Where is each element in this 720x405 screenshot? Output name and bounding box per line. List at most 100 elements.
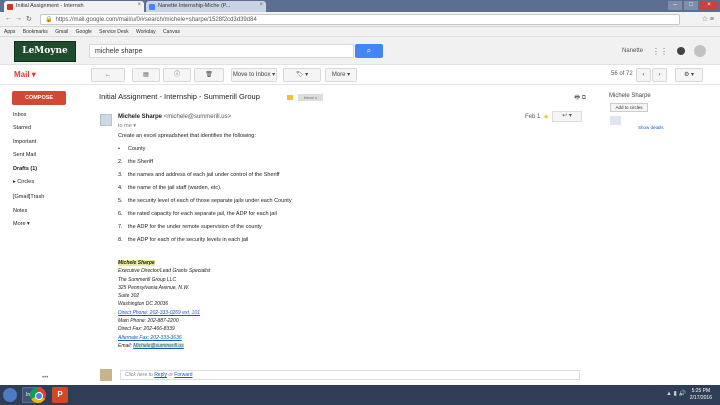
- tab-title: Initial Assignment - Internsh: [16, 3, 84, 9]
- lemoyne-logo[interactable]: LeMoyne: [14, 41, 76, 62]
- clock-date: 2/17/2016: [689, 395, 712, 401]
- avatar[interactable]: [694, 45, 706, 57]
- bookmarks-bar: Apps Bookmarks Gmail Google Service Desk…: [0, 27, 720, 37]
- list-item: 5. the security level of each of those se…: [118, 198, 292, 204]
- notifications-icon[interactable]: [677, 47, 685, 55]
- reply-link[interactable]: Reply: [154, 372, 167, 378]
- reply-input[interactable]: Click here to Reply or Forward: [120, 370, 580, 380]
- url-input[interactable]: 🔒 https://mail.google.com/mail/u/0/#searc…: [40, 14, 680, 25]
- older-button[interactable]: ›: [652, 68, 667, 82]
- contact-card-icon: [610, 116, 621, 125]
- bookmark-bookmarks[interactable]: Bookmarks: [23, 29, 48, 35]
- close-tab-icon[interactable]: ×: [259, 2, 263, 8]
- signature-city: Washington DC 20036: [118, 301, 169, 308]
- labels-button[interactable]: 🏷 ▾: [283, 68, 321, 82]
- list-item: • County: [118, 146, 146, 152]
- start-button-icon[interactable]: [3, 388, 17, 402]
- apps-grid-icon[interactable]: ⋮⋮: [652, 47, 668, 56]
- browser-tab-gmail[interactable]: Initial Assignment - Internsh ×: [4, 1, 144, 12]
- signature-company: The Summerill Group LLC: [118, 276, 177, 283]
- chrome-taskbar-icon[interactable]: [30, 387, 46, 403]
- maximize-icon[interactable]: □: [684, 1, 698, 10]
- sidebar-item-sent[interactable]: Sent Mail: [13, 152, 36, 158]
- show-details-link[interactable]: Show details: [638, 125, 664, 130]
- minimize-icon[interactable]: –: [668, 1, 682, 10]
- window-controls: – □ ×: [668, 1, 718, 10]
- bookmark-canvas[interactable]: Canvas: [163, 29, 180, 35]
- clock-time: 5:25 PM: [691, 388, 711, 394]
- taskbar-clock[interactable]: 5:25 PM 2/17/2016: [690, 388, 712, 402]
- sidebar-item-trash[interactable]: [Gmail]Trash: [13, 194, 44, 200]
- list-item: 6. the rated capacity for each separate j…: [118, 211, 277, 217]
- bookmark-google[interactable]: Google: [76, 29, 92, 35]
- reading-pane: Initial Assignment - Internship - Summer…: [90, 85, 590, 381]
- pager-count: 56 of 72: [611, 71, 633, 77]
- list-item: 8. the ADP for each of the security level…: [118, 237, 249, 243]
- address-bar-row: ← → ↻ 🔒 https://mail.google.com/mail/u/0/…: [0, 12, 720, 27]
- sender-line: Michele Sharpe <michele@summerill.us>: [118, 114, 231, 120]
- archive-button[interactable]: ▤: [132, 68, 160, 82]
- close-window-icon[interactable]: ×: [700, 1, 718, 10]
- signature-name: Michele Sharpe: [118, 260, 155, 266]
- recipient-line[interactable]: to me ▾: [118, 123, 136, 129]
- sidebar-item-drafts[interactable]: Drafts (1): [13, 166, 37, 172]
- add-to-circles-button[interactable]: Add to circles: [610, 103, 648, 112]
- bookmark-service-desk[interactable]: Service Desk: [99, 29, 128, 35]
- user-name[interactable]: Nanette: [622, 48, 643, 54]
- delete-button[interactable]: 🗑: [194, 68, 224, 82]
- more-button[interactable]: More ▾: [325, 68, 357, 82]
- settings-gear-icon[interactable]: ⚙ ▾: [675, 68, 703, 82]
- lock-icon: 🔒: [45, 17, 53, 23]
- system-tray-icons[interactable]: ▲ ▮ 🔊: [666, 390, 686, 397]
- report-spam-button[interactable]: ⓘ: [163, 68, 191, 82]
- forward-icon[interactable]: →: [15, 15, 22, 22]
- powerpoint-taskbar-icon[interactable]: P: [52, 387, 68, 403]
- list-item: 4. the name of the jail staff (warden, et…: [118, 185, 222, 191]
- mail-menu[interactable]: Mail ▾: [14, 70, 36, 79]
- compose-button[interactable]: COMPOSE: [12, 91, 66, 105]
- list-item: 3. the names and address of each jail und…: [118, 172, 280, 178]
- signature-email-link[interactable]: Michele@summerill.us: [133, 342, 184, 349]
- signature-email-label: Email:: [118, 342, 132, 349]
- sidebar-item-circles[interactable]: ▸ Circles: [13, 179, 34, 185]
- move-to-inbox-button[interactable]: Move to Inbox ▾: [231, 68, 277, 82]
- gmail-favicon-icon: [7, 4, 13, 10]
- sidebar-item-important[interactable]: Important: [13, 139, 36, 145]
- browser-tab-doc[interactable]: Nanette Internship-Miche (P... ×: [146, 1, 266, 12]
- bookmark-star-icon[interactable]: ☆ ≡: [702, 15, 714, 23]
- sender-name[interactable]: Michele Sharpe: [118, 114, 162, 120]
- forward-link[interactable]: Forward: [174, 372, 192, 378]
- reply-or: or: [168, 372, 173, 378]
- signature-alt-fax[interactable]: Alternate Fax: 202-333-3636: [118, 334, 210, 342]
- sidebar-item-inbox[interactable]: Inbox: [13, 112, 26, 118]
- reply-button[interactable]: ↩ ▾: [552, 111, 582, 122]
- important-marker-icon[interactable]: [287, 95, 293, 100]
- avatar: [100, 369, 112, 381]
- back-to-list-button[interactable]: ←: [91, 68, 125, 82]
- newer-button[interactable]: ‹: [636, 68, 651, 82]
- print-icon[interactable]: 🖶 ⧉: [574, 93, 586, 103]
- sidebar-item-starred[interactable]: Starred: [13, 125, 31, 131]
- search-input[interactable]: michele sharpe: [89, 44, 354, 58]
- inbox-label-chip[interactable]: Inbox x: [298, 94, 323, 101]
- bookmark-apps[interactable]: Apps: [4, 29, 15, 35]
- signature-direct-phone[interactable]: Direct Phone: 202-333-0269 ext. 101: [118, 309, 210, 317]
- back-icon[interactable]: ←: [5, 15, 12, 22]
- close-tab-icon[interactable]: ×: [137, 2, 141, 8]
- reload-icon[interactable]: ↻: [26, 15, 32, 23]
- message-date: Feb 1: [525, 114, 541, 120]
- more-dots-icon[interactable]: •••: [42, 375, 48, 381]
- bookmark-gmail[interactable]: Gmail: [55, 29, 68, 35]
- search-icon[interactable]: ⌕: [355, 44, 383, 58]
- mail-toolbar: Mail ▾ ← ▤ ⓘ 🗑 Move to Inbox ▾ 🏷 ▾ More …: [0, 65, 720, 85]
- sidebar-item-notes[interactable]: Notes: [13, 208, 27, 214]
- contact-name: Michele Sharpe: [609, 93, 651, 99]
- url-text: https://mail.google.com/mail/u/0/#search…: [55, 17, 257, 23]
- tab-title: Nanette Internship-Miche (P...: [158, 3, 231, 9]
- star-icon[interactable]: ★: [543, 113, 549, 121]
- signature-main-phone: Main Phone: 202-887-2200: [118, 318, 179, 325]
- message-subject: Initial Assignment - Internship - Summer…: [99, 92, 260, 101]
- sidebar-item-more[interactable]: More ▾: [13, 221, 30, 227]
- bookmark-workday[interactable]: Workday: [136, 29, 156, 35]
- signature-address: 325 Pennsylvania Avenue, N.W.: [118, 284, 190, 291]
